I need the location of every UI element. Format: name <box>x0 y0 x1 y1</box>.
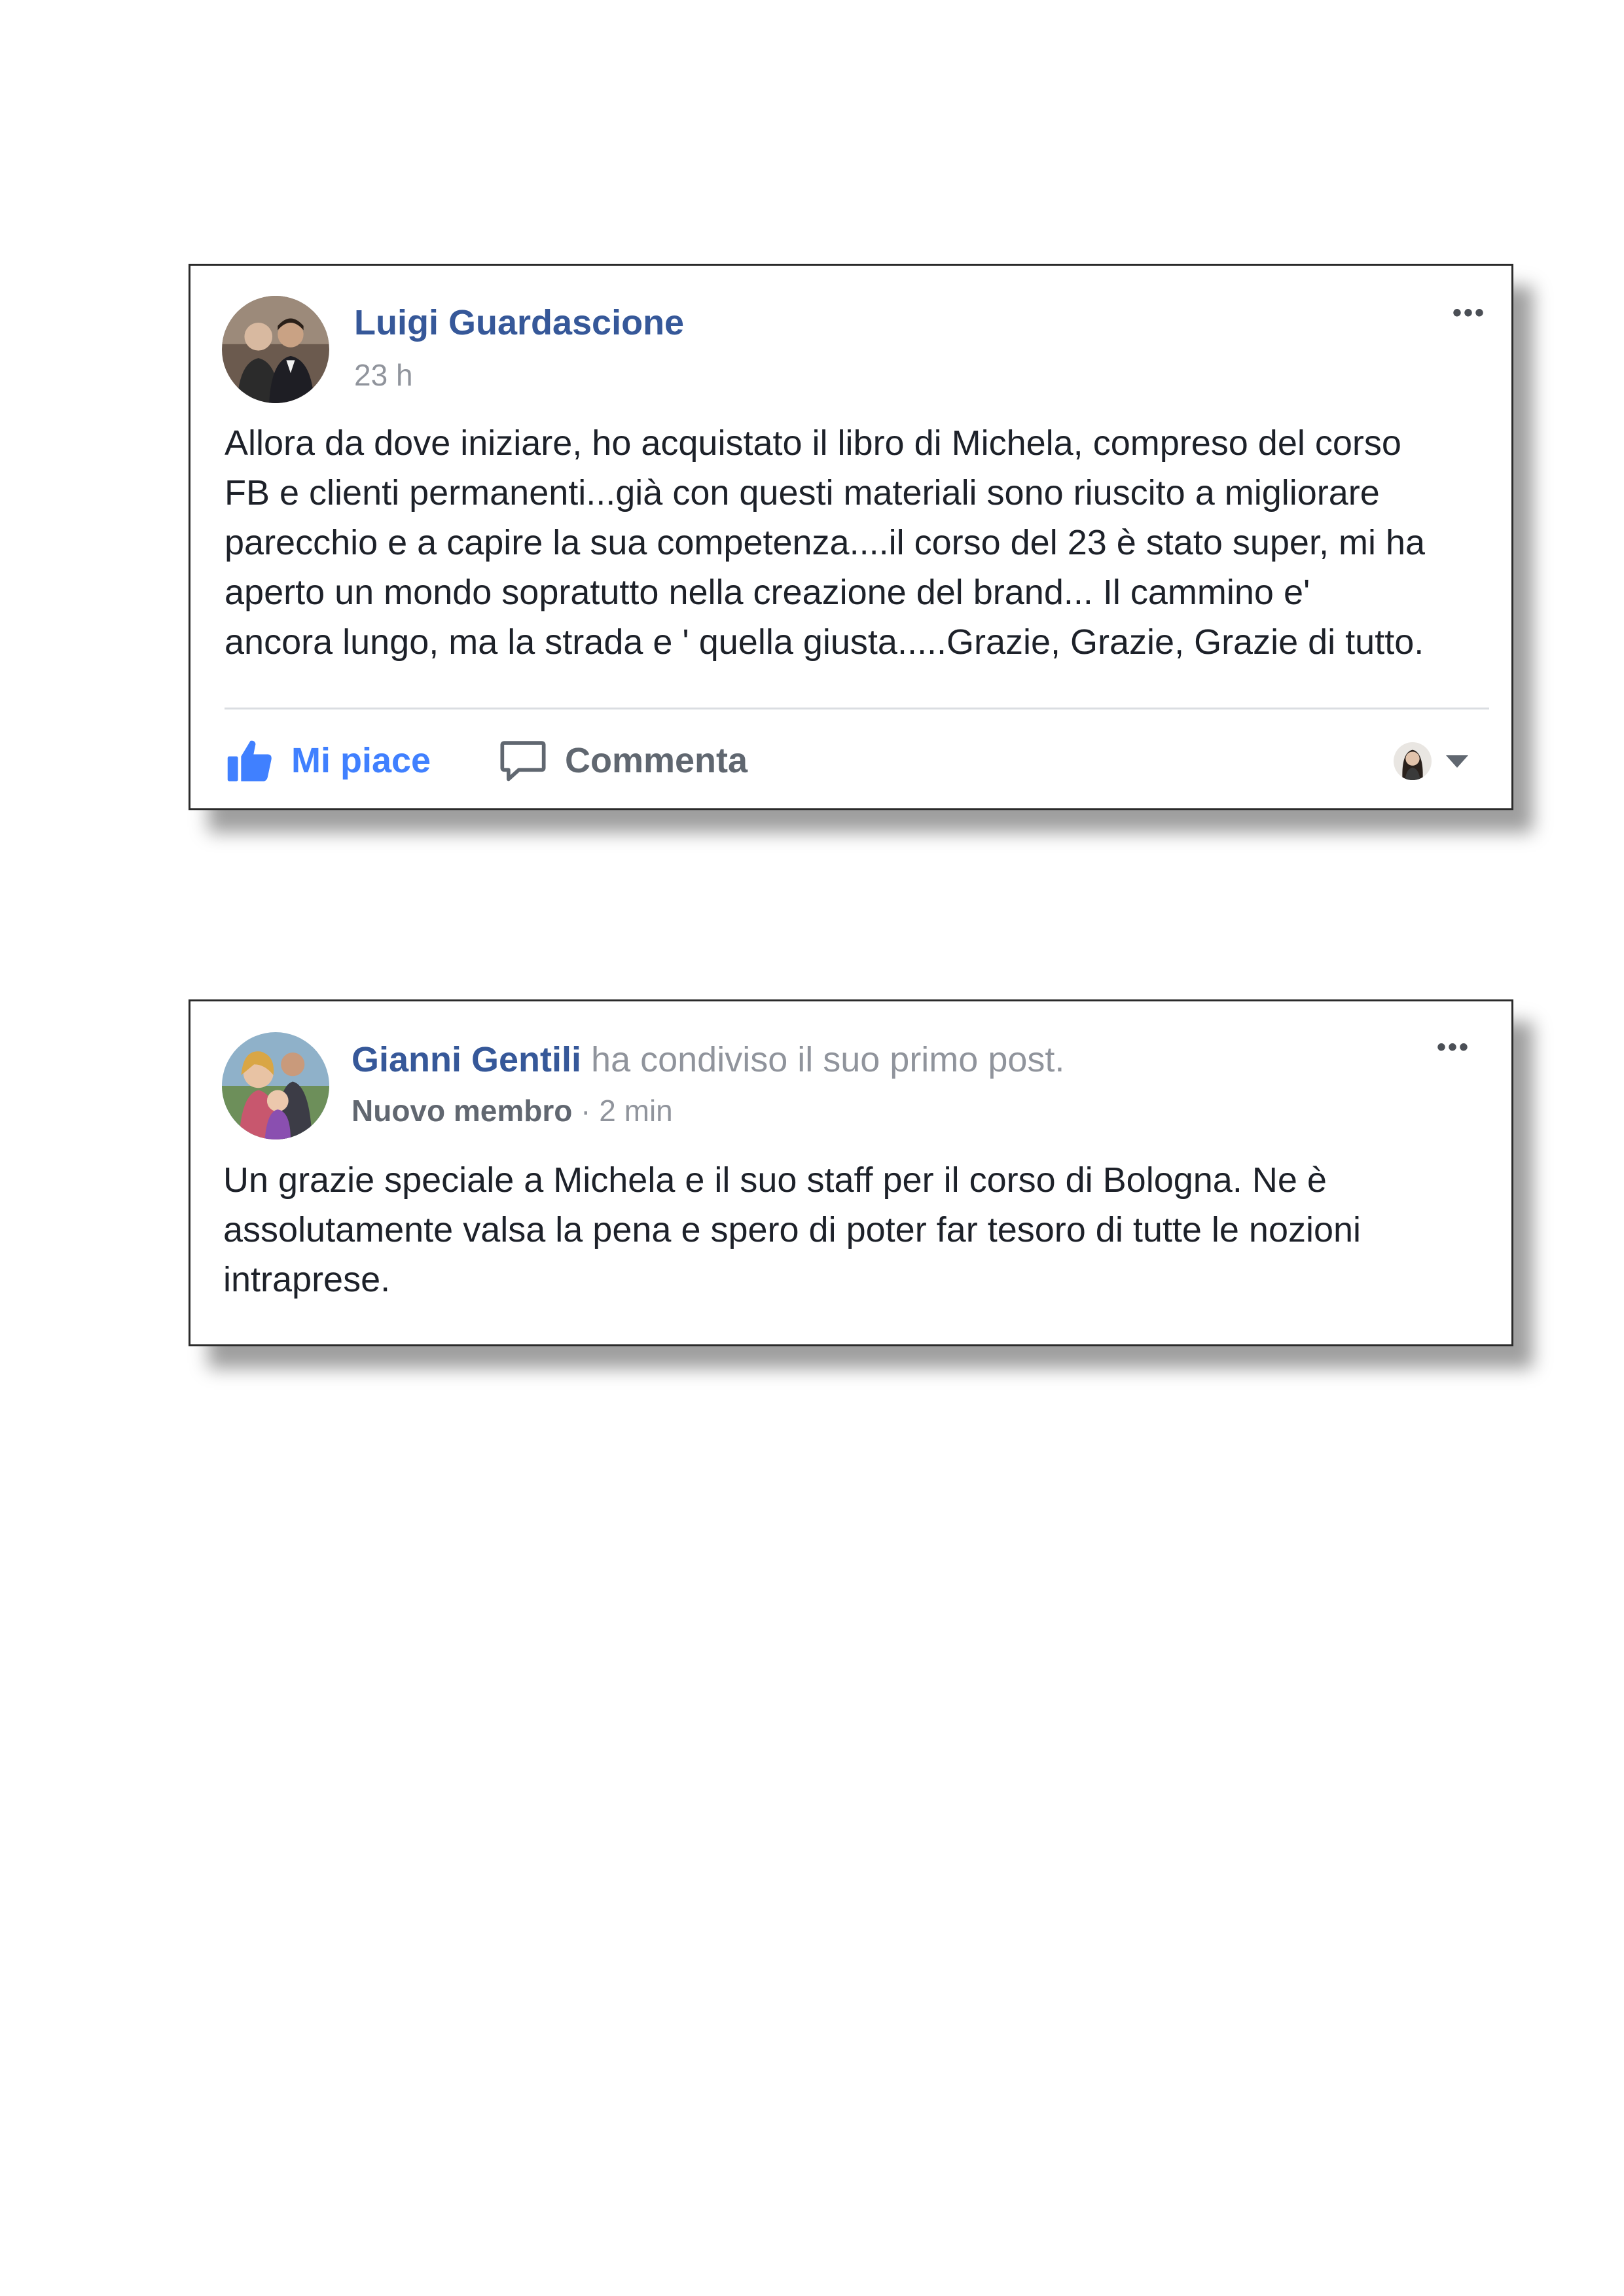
post-timestamp[interactable]: 2 min <box>599 1094 672 1128</box>
post-header: Gianni Gentili ha condiviso il suo primo… <box>352 1039 1064 1080</box>
post-as-selector[interactable] <box>1394 742 1468 780</box>
member-badge[interactable]: Nuovo membro <box>352 1094 572 1128</box>
post-body: Un grazie speciale a Michela e il suo st… <box>223 1155 1361 1304</box>
post-action-text: ha condiviso il suo primo post. <box>581 1040 1065 1079</box>
post-body: Allora da dove iniziare, ho acquistato i… <box>225 418 1425 667</box>
page-avatar <box>1394 742 1432 780</box>
post-card: Gianni Gentili ha condiviso il suo primo… <box>189 999 1513 1346</box>
post-body-line: Un grazie speciale a Michela e il suo st… <box>223 1160 1327 1200</box>
meta-separator: · <box>572 1094 600 1128</box>
actions-divider <box>225 708 1489 709</box>
author-name[interactable]: Gianni Gentili <box>352 1040 581 1079</box>
comment-icon <box>500 741 546 781</box>
post-card: Luigi Guardascione 23 h ••• Allora da do… <box>189 264 1513 810</box>
like-label: Mi piace <box>291 741 431 780</box>
post-meta: Nuovo membro · 2 min <box>352 1093 673 1128</box>
comment-button[interactable]: Commenta <box>498 736 748 785</box>
like-button[interactable]: Mi piace <box>225 736 431 785</box>
post-body-line: FB e clienti permanenti...già con questi… <box>225 473 1380 512</box>
post-body-line: Allora da dove iniziare, ho acquistato i… <box>225 423 1401 463</box>
author-avatar[interactable] <box>222 296 329 403</box>
author-avatar[interactable] <box>222 1032 329 1139</box>
thumbs-up-icon <box>227 740 272 781</box>
post-body-line: aperto un mondo sopratutto nella creazio… <box>225 573 1310 612</box>
author-name[interactable]: Luigi Guardascione <box>354 302 684 343</box>
post-body-line: ancora lungo, ma la strada e ' quella gi… <box>225 622 1424 662</box>
post-body-line: assolutamente valsa la pena e spero di p… <box>223 1210 1362 1249</box>
post-body-line: parecchio e a capire la sua competenza..… <box>225 523 1426 562</box>
more-options-icon[interactable]: ••• <box>1437 1033 1470 1062</box>
post-timestamp[interactable]: 23 h <box>354 357 413 393</box>
chevron-down-icon <box>1446 755 1468 768</box>
more-options-icon[interactable]: ••• <box>1453 298 1486 328</box>
comment-label: Commenta <box>565 741 748 780</box>
post-body-line: intraprese. <box>223 1260 391 1299</box>
